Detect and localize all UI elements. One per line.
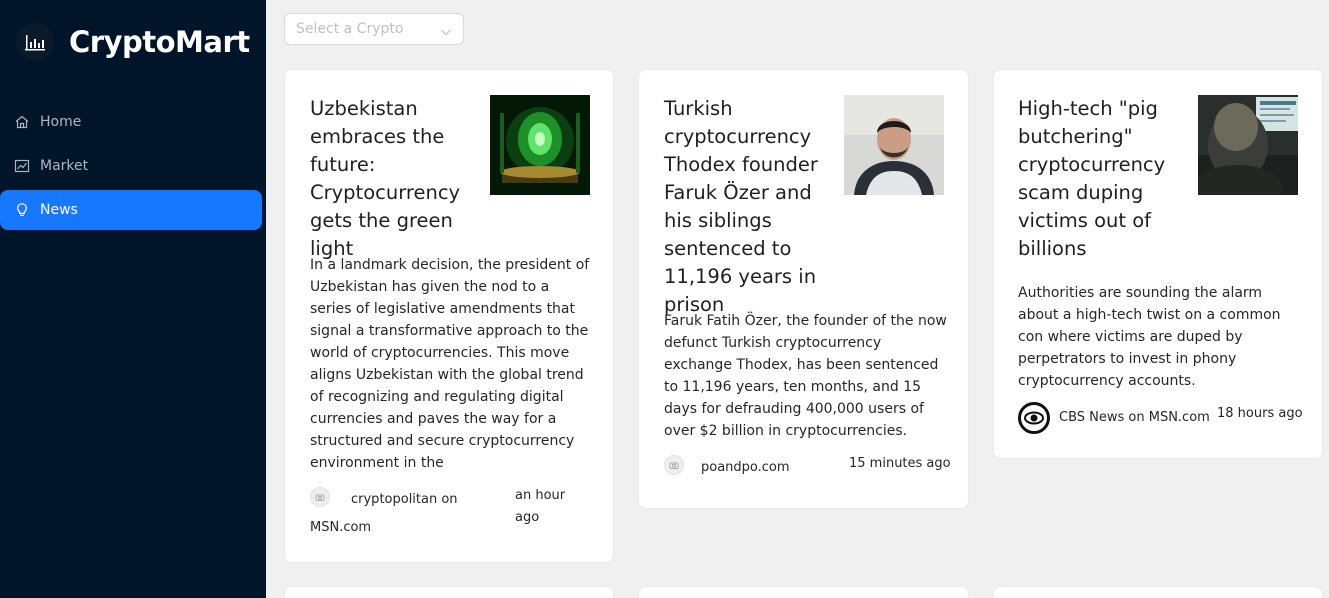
news-description: Authorities are sounding the alarm about… (1018, 285, 1281, 389)
app-title[interactable]: CryptoMart (69, 25, 250, 59)
news-time: an hour ago (515, 488, 566, 525)
sidebar-item-market[interactable]: Market (0, 146, 262, 186)
chevron-down-icon (440, 23, 452, 36)
news-description: Faruk Fatih Özer, the founder of the now… (664, 313, 947, 439)
provider-camera-icon (664, 455, 684, 475)
green-crystal-image (490, 95, 590, 195)
sidebar-menu: Home Market News (0, 102, 266, 234)
sidebar-item-label: News (40, 202, 78, 218)
logo[interactable]: CryptoMart (16, 23, 250, 61)
news-title[interactable]: Turkish cryptocurrency Thodex founder Fa… (664, 95, 844, 319)
news-card-partial[interactable] (638, 586, 969, 598)
chart-line-icon (14, 158, 30, 174)
home-icon (14, 114, 30, 130)
news-provider-name: poandpo.com (701, 460, 790, 475)
logo-chart-icon (16, 23, 54, 61)
sidebar-item-home[interactable]: Home (0, 102, 262, 142)
news-card[interactable]: Turkish cryptocurrency Thodex founder Fa… (638, 69, 969, 509)
news-provider[interactable]: CBS News on MSN.com (1018, 402, 1210, 434)
man-portrait-image (844, 95, 944, 195)
crypto-select[interactable]: Select a Crypto (284, 13, 464, 45)
news-title[interactable]: Uzbekistan embraces the future: Cryptocu… (310, 95, 495, 263)
news-card-partial[interactable] (284, 586, 614, 598)
person-at-screens-image (1198, 95, 1298, 195)
news-title[interactable]: High-tech "pig butchering" cryptocurrenc… (1018, 95, 1198, 263)
sidebar-item-news[interactable]: News (0, 190, 262, 230)
news-time: 18 hours ago (1217, 406, 1303, 421)
news-description: In a landmark decision, the president of… (310, 257, 590, 471)
news-provider[interactable]: poandpo.com (664, 454, 790, 482)
cbs-logo-icon (1018, 402, 1050, 434)
news-card[interactable]: Uzbekistan embraces the future: Cryptocu… (284, 69, 614, 563)
bulb-icon (14, 202, 30, 218)
sidebar: CryptoMart Home Market News (0, 0, 266, 598)
news-time: 15 minutes ago (849, 456, 951, 471)
news-card-partial[interactable] (993, 586, 1323, 598)
sidebar-item-label: Home (40, 114, 82, 130)
news-card[interactable]: High-tech "pig butchering" cryptocurrenc… (993, 69, 1323, 459)
news-provider-name: cryptopolitan on MSN.com (310, 492, 458, 535)
crypto-select-placeholder: Select a Crypto (296, 21, 404, 37)
news-provider-name: CBS News on MSN.com (1059, 410, 1210, 425)
sidebar-item-label: Market (40, 158, 89, 174)
